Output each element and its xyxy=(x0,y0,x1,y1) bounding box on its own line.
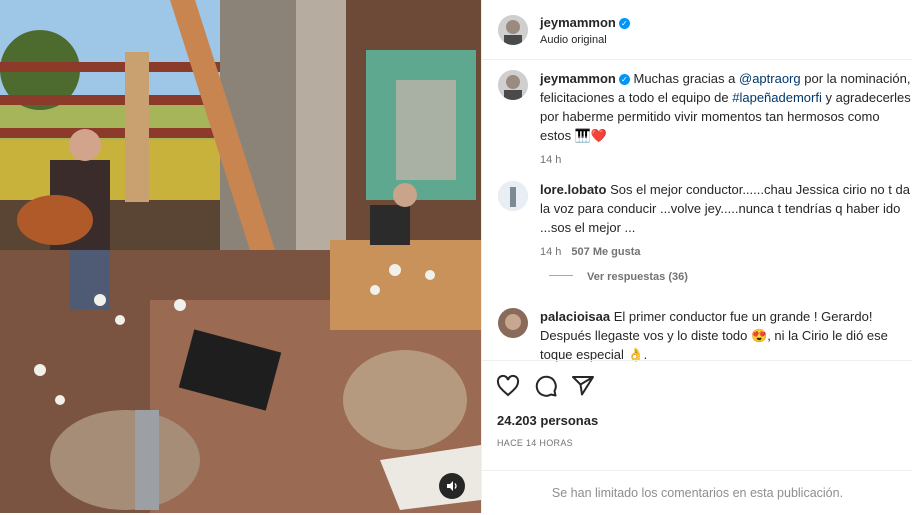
like-button[interactable] xyxy=(496,374,522,400)
verified-badge-icon: ✓ xyxy=(618,18,630,29)
caption-avatar[interactable] xyxy=(498,70,528,100)
avatar-image xyxy=(498,308,528,338)
audio-label[interactable]: Audio original xyxy=(540,34,607,46)
comment-username[interactable]: palacioisaa xyxy=(540,309,610,324)
comment-item: lore.lobato Sos el mejor conductor......… xyxy=(540,180,912,262)
replies-divider xyxy=(549,275,573,276)
author-avatar[interactable] xyxy=(498,15,528,45)
hashtag-link[interactable]: #lapeñademorfi xyxy=(732,90,822,105)
likes-count[interactable]: 24.203 personas xyxy=(497,413,598,428)
video-frame xyxy=(0,0,481,513)
sound-toggle-button[interactable] xyxy=(439,473,465,499)
post-actions: 24.203 personas HACE 14 HORAS Se han lim… xyxy=(482,360,912,514)
comment-time: 14 h xyxy=(540,246,562,258)
commenter-avatar[interactable] xyxy=(498,308,528,338)
sound-icon xyxy=(447,481,457,491)
heart-icon xyxy=(496,374,520,397)
caption-username[interactable]: jeymammon xyxy=(540,71,616,86)
comment-username[interactable]: lore.lobato xyxy=(540,182,606,197)
share-icon xyxy=(572,376,594,396)
caption-text: Muchas gracias a xyxy=(633,71,739,86)
comment-icon xyxy=(535,375,557,397)
view-replies-button[interactable]: Ver respuestas (36) xyxy=(549,271,688,283)
post-timestamp: HACE 14 HORAS xyxy=(497,438,573,448)
comment-item: palacioisaa El primer conductor fue un g… xyxy=(540,307,912,364)
commenter-avatar[interactable] xyxy=(498,181,528,211)
video-player[interactable] xyxy=(0,0,481,513)
caption: jeymammon ✓ Muchas gracias a @aptraorg po… xyxy=(540,69,912,170)
author-username[interactable]: jeymammon xyxy=(540,15,616,30)
avatar-image xyxy=(498,70,528,100)
avatar-image xyxy=(498,15,528,45)
view-replies-label: Ver respuestas (36) xyxy=(587,271,688,283)
comment-likes[interactable]: 507 Me gusta xyxy=(571,246,640,258)
post-panel: jeymammon ✓ Audio original jeymammon ✓ Muc… xyxy=(481,0,912,513)
share-button[interactable] xyxy=(571,374,597,400)
post-header: jeymammon ✓ Audio original xyxy=(482,0,912,60)
caption-time: 14 h xyxy=(540,154,562,166)
mention-link[interactable]: @aptraorg xyxy=(739,71,801,86)
comments-limited-notice: Se han limitado los comentarios en esta … xyxy=(482,470,912,515)
avatar-image xyxy=(498,181,528,211)
comment-button[interactable] xyxy=(534,374,560,400)
verified-badge-icon: ✓ xyxy=(618,74,630,85)
